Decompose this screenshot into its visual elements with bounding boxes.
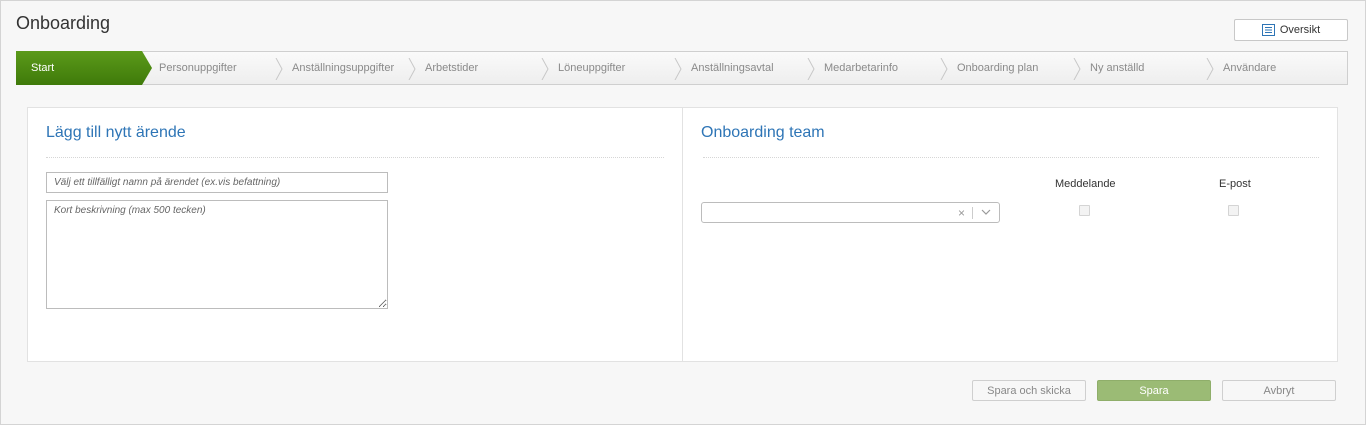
column-header-email: E-post: [1219, 178, 1251, 190]
onboarding-team-title: Onboarding team: [701, 124, 825, 141]
case-description-textarea[interactable]: [46, 200, 388, 309]
step-anstallningsavtal[interactable]: Anställningsavtal: [677, 52, 774, 84]
step-ny-anstalld[interactable]: Ny anställd: [1076, 52, 1144, 84]
list-icon: [1261, 24, 1275, 36]
section-divider: [46, 157, 664, 158]
overview-label: Oversikt: [1279, 24, 1321, 36]
close-icon[interactable]: ×: [958, 206, 965, 220]
step-arbetstider[interactable]: Arbetstider: [411, 52, 478, 84]
onboarding-team-panel: Onboarding team Meddelande E-post ×: [682, 107, 1338, 362]
cancel-button[interactable]: Avbryt: [1222, 380, 1336, 401]
email-checkbox[interactable]: [1228, 205, 1239, 216]
team-member-select[interactable]: ×: [701, 202, 1000, 223]
wizard-steps: Start Personuppgifter Anställningsuppgif…: [16, 51, 1348, 85]
step-anvandare[interactable]: Användare: [1209, 52, 1276, 84]
case-name-input[interactable]: [46, 172, 388, 193]
step-start[interactable]: Start: [17, 52, 54, 84]
new-case-title: Lägg till nytt ärende: [46, 124, 186, 141]
step-personuppgifter[interactable]: Personuppgifter: [145, 52, 237, 84]
step-loneuppgifter[interactable]: Löneuppgifter: [544, 52, 625, 84]
chevron-down-icon[interactable]: [981, 209, 991, 216]
column-header-message: Meddelande: [1055, 178, 1116, 190]
step-medarbetarinfo[interactable]: Medarbetarinfo: [810, 52, 898, 84]
save-and-send-button[interactable]: Spara och skicka: [972, 380, 1086, 401]
message-checkbox[interactable]: [1079, 205, 1090, 216]
new-case-panel: Lägg till nytt ärende: [27, 107, 683, 362]
overview-button[interactable]: Oversikt: [1234, 19, 1348, 41]
page-title: Onboarding: [16, 13, 111, 33]
step-anstallningsuppgifter[interactable]: Anställningsuppgifter: [278, 52, 394, 84]
select-divider: [972, 207, 973, 219]
save-button[interactable]: Spara: [1097, 380, 1211, 401]
step-onboarding-plan[interactable]: Onboarding plan: [943, 52, 1038, 84]
section-divider: [703, 157, 1319, 158]
